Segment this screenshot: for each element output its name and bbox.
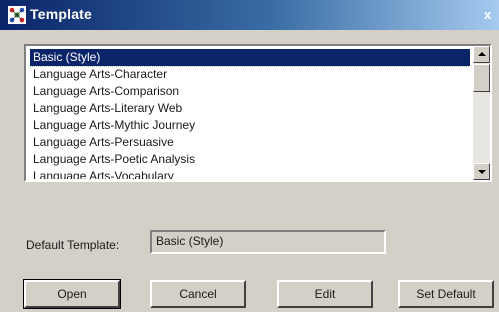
list-item-comparison[interactable]: Language Arts-Comparison bbox=[30, 83, 470, 100]
list-item-literary-web[interactable]: Language Arts-Literary Web bbox=[30, 100, 470, 117]
window-title: Template bbox=[30, 6, 93, 22]
scroll-up-button[interactable] bbox=[473, 46, 490, 63]
default-template-label: Default Template: bbox=[26, 238, 120, 252]
template-listbox[interactable]: Basic (Style) Language Arts-Character La… bbox=[24, 44, 492, 182]
open-button[interactable]: Open bbox=[23, 279, 121, 309]
arrow-down-icon bbox=[478, 170, 486, 174]
arrow-up-icon bbox=[478, 52, 486, 56]
list-item-persuasive[interactable]: Language Arts-Persuasive bbox=[30, 134, 470, 151]
scroll-down-button[interactable] bbox=[473, 163, 490, 180]
close-icon[interactable]: x bbox=[484, 6, 499, 24]
title-bar[interactable]: Template x bbox=[0, 0, 499, 30]
set-default-button[interactable]: Set Default bbox=[398, 280, 494, 308]
template-app-icon bbox=[8, 6, 26, 24]
scroll-thumb[interactable] bbox=[473, 64, 490, 92]
cancel-button[interactable]: Cancel bbox=[150, 280, 246, 308]
template-list: Basic (Style) Language Arts-Character La… bbox=[30, 49, 470, 179]
list-item-mythic-journey[interactable]: Language Arts-Mythic Journey bbox=[30, 117, 470, 134]
default-template-field: Basic (Style) bbox=[150, 230, 386, 254]
list-item-vocabulary[interactable]: Language Arts-Vocabulary bbox=[30, 168, 470, 179]
list-item-poetic-analysis[interactable]: Language Arts-Poetic Analysis bbox=[30, 151, 470, 168]
template-dialog: Template x Basic (Style) Language Arts-C… bbox=[0, 0, 499, 312]
edit-button[interactable]: Edit bbox=[277, 280, 373, 308]
vertical-scrollbar[interactable] bbox=[473, 46, 490, 180]
list-item-basic-style[interactable]: Basic (Style) bbox=[30, 49, 470, 67]
list-item-character[interactable]: Language Arts-Character bbox=[30, 66, 470, 83]
